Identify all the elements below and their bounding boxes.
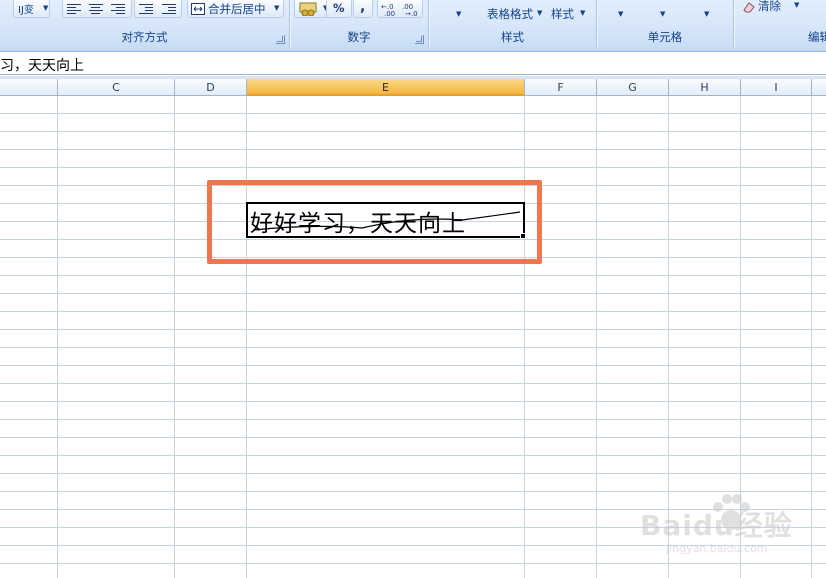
cell-styles-label: 样式	[551, 7, 574, 21]
column-header-c[interactable]: C	[58, 79, 175, 96]
column-gridline	[57, 96, 58, 578]
row-gridline	[0, 275, 826, 276]
annotation-highlight-box	[207, 180, 542, 264]
row-gridline	[0, 113, 826, 114]
indent-buttons	[134, 0, 182, 18]
wrap-text-label: Ĳ变	[18, 5, 34, 16]
row-gridline	[0, 131, 826, 132]
cells-group-label: 单元格	[647, 30, 683, 44]
number-group: ▼ % , ←.0 .00 .00 →.0 数字	[290, 0, 428, 50]
number-group-label: 数字	[347, 30, 371, 44]
merge-cells-icon	[191, 3, 205, 15]
row-gridline	[0, 455, 826, 456]
align-left-icon[interactable]	[67, 2, 81, 14]
comma-label: ,	[360, 0, 366, 15]
delete-chevron-icon[interactable]: ▼	[660, 10, 665, 18]
editing-group-label: 编辑	[808, 30, 826, 44]
column-gridline	[174, 96, 175, 578]
format-as-table-label: 表格格式	[487, 7, 533, 21]
align-right-icon[interactable]	[111, 2, 125, 14]
increase-decimal-icon[interactable]: ←.0 .00	[381, 2, 399, 16]
column-header-j[interactable]	[812, 79, 826, 96]
row-gridline	[0, 419, 826, 420]
column-header-f[interactable]: F	[525, 79, 597, 96]
number-dialog-launcher-icon[interactable]	[415, 35, 424, 44]
watermark-brand: Baidu经验	[640, 509, 793, 542]
styles-group-label: 样式	[501, 30, 524, 44]
chevron-down-icon: ▼	[794, 1, 800, 9]
decrease-decimal-icon[interactable]: .00 →.0	[402, 2, 420, 16]
watermark-url: jingyan.baidu.com	[666, 542, 768, 555]
column-header-e[interactable]: E	[247, 79, 525, 96]
row-gridline	[0, 329, 826, 330]
column-gridline	[246, 96, 247, 578]
row-gridline	[0, 167, 826, 168]
svg-text:→.0: →.0	[405, 10, 418, 16]
cell-styles-button[interactable]: 样式 ▼	[549, 4, 593, 22]
percent-style-button[interactable]: %	[326, 0, 352, 18]
conditional-format-chevron-icon[interactable]: ▼	[456, 10, 461, 18]
wrap-text-button[interactable]: Ĳ变 ▼	[13, 0, 50, 18]
svg-text:.00: .00	[384, 10, 395, 16]
merge-center-button[interactable]: 合并后居中 ▼	[187, 0, 284, 18]
formula-bar[interactable]: 习，天天向上	[0, 53, 826, 75]
column-gridline	[596, 96, 597, 578]
column-header-i[interactable]: I	[741, 79, 812, 96]
row-gridline	[0, 293, 826, 294]
ribbon: Ĳ变 ▼ 合并后居中 ▼ 对齐方式 % , ←.0 .00 .00 →.0 数字…	[0, 0, 826, 52]
format-as-table-button[interactable]: 表格格式 ▼	[485, 4, 545, 22]
percent-label: %	[333, 1, 345, 15]
row-gridline	[0, 383, 826, 384]
row-gridline	[0, 401, 826, 402]
column-header-b[interactable]	[0, 79, 58, 96]
alignment-group-label: 对齐方式	[121, 30, 168, 44]
currency-icon	[299, 2, 317, 16]
formula-bar-content[interactable]: 习，天天向上	[0, 55, 84, 75]
column-headers: C D E F G H I	[0, 79, 826, 96]
chevron-down-icon: ▼	[43, 4, 49, 12]
chevron-down-icon: ▼	[580, 9, 586, 17]
clear-label: 清除	[758, 0, 781, 13]
chevron-down-icon: ▼	[274, 4, 280, 12]
format-chevron-icon[interactable]: ▼	[704, 10, 709, 18]
cells-group: ▼ ▼ ▼ 单元格	[597, 0, 733, 50]
row-gridline	[0, 473, 826, 474]
row-gridline	[0, 347, 826, 348]
decrease-indent-icon[interactable]	[139, 2, 153, 14]
decimal-buttons: ←.0 .00 .00 →.0	[377, 0, 423, 18]
styles-group: ▼ 表格格式 ▼ 样式 ▼ 样式	[429, 0, 596, 50]
merge-center-label: 合并后居中	[208, 2, 266, 16]
align-buttons	[62, 0, 132, 18]
chevron-down-icon: ▼	[537, 9, 543, 17]
column-header-d[interactable]: D	[175, 79, 247, 96]
row-gridline	[0, 437, 826, 438]
column-header-g[interactable]: G	[597, 79, 669, 96]
alignment-dialog-launcher-icon[interactable]	[276, 35, 285, 44]
alignment-group: Ĳ变 ▼ 合并后居中 ▼ 对齐方式	[0, 0, 289, 50]
row-gridline	[0, 365, 826, 366]
increase-indent-icon[interactable]	[162, 2, 176, 14]
comma-style-button[interactable]: ,	[353, 0, 373, 18]
align-center-icon[interactable]	[89, 2, 103, 14]
clear-button[interactable]: 清除 ▼	[740, 0, 806, 16]
eraser-icon	[743, 2, 755, 13]
column-gridline	[524, 96, 525, 578]
column-header-h[interactable]: H	[669, 79, 741, 96]
baidu-watermark: Baidu经验 jingyan.baidu.com	[640, 490, 820, 570]
row-gridline	[0, 149, 826, 150]
editing-group: 清除 ▼ 编辑	[734, 0, 826, 50]
row-gridline	[0, 311, 826, 312]
insert-chevron-icon[interactable]: ▼	[618, 10, 623, 18]
